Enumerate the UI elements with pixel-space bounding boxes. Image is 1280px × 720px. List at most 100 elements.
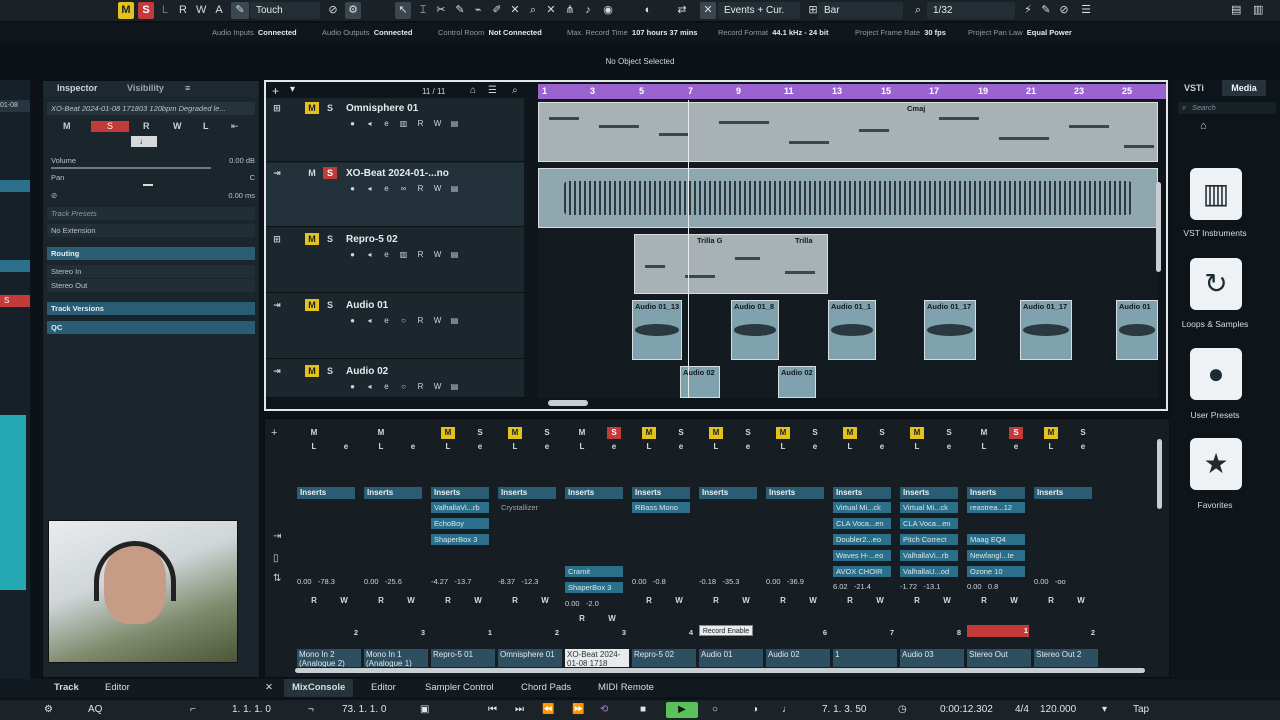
loops-samples-tile[interactable]: ↻ <box>1190 258 1242 310</box>
mixer-horizontal-scrollbar[interactable] <box>295 668 1145 673</box>
mixer-icon[interactable]: ⚙ <box>345 2 361 19</box>
color-tool-icon[interactable]: ◉ <box>600 2 616 19</box>
channel-read-button[interactable]: R <box>910 595 924 607</box>
track-mute-button[interactable]: M <box>305 365 319 377</box>
inserts-header[interactable]: Inserts <box>498 487 556 499</box>
channel-listen-button[interactable]: L <box>910 441 924 453</box>
lock-icon[interactable]: ▤ <box>448 315 461 327</box>
favorites-tile[interactable]: ★ <box>1190 438 1242 490</box>
channel-listen-button[interactable]: L <box>977 441 991 453</box>
channel-edit-button[interactable]: e <box>942 441 956 453</box>
timeline-ruler[interactable]: 1 3 5 7 9 11 13 15 17 19 21 23 25 <box>538 84 1166 99</box>
channel-mute-button[interactable]: M <box>776 427 790 439</box>
insert-slot[interactable]: ShaperBox 3 <box>431 534 489 545</box>
visibility-icon[interactable]: ⌂ <box>470 85 476 96</box>
channel-write-button[interactable]: W <box>605 613 619 625</box>
track-name[interactable]: Audio 02 <box>346 366 388 377</box>
snap-icon[interactable]: ⊘ <box>325 2 341 19</box>
channel-listen-button[interactable]: L <box>709 441 723 453</box>
read-button[interactable]: R <box>414 183 427 195</box>
left-zone-solo[interactable]: S <box>0 295 30 307</box>
channel-write-button[interactable]: W <box>672 595 686 607</box>
channel-edit-button[interactable]: e <box>875 441 889 453</box>
signature[interactable]: 4/4 <box>1015 704 1029 715</box>
right-locator-icon[interactable]: ¬ <box>308 704 314 715</box>
mixer-channel[interactable]: M S L e Inserts ValhallaVi...rb EchoBoy … <box>431 427 495 667</box>
snap-mode-icon[interactable]: ◐ <box>640 2 656 19</box>
mixer-channel[interactable]: M S L e Inserts 0.00 -oo R W 2 Stereo Ou… <box>1034 427 1098 667</box>
mixer-sync-icon[interactable]: ⇅ <box>273 573 281 584</box>
channel-write-button[interactable]: W <box>538 595 552 607</box>
record-enable-icon[interactable]: ● <box>346 315 359 327</box>
track-solo-button[interactable]: S <box>323 365 337 377</box>
channel-edit-button[interactable]: e <box>540 441 554 453</box>
channel-listen-button[interactable]: L <box>776 441 790 453</box>
channel-name[interactable]: Mono In 2 (Analogue 2) <box>297 649 361 667</box>
monitor-icon[interactable]: ◂ <box>363 183 376 195</box>
channel-read-button[interactable]: R <box>642 595 656 607</box>
tab-visibility[interactable]: Visibility <box>127 83 164 93</box>
inspector-pan-row[interactable]: Pan C <box>47 171 255 184</box>
track-mute-button[interactable]: M <box>305 102 319 114</box>
go-to-end-icon[interactable]: ⏭ <box>515 704 524 715</box>
right-locator[interactable]: 73. 1. 1. 0 <box>342 704 386 715</box>
cycle-icon[interactable]: ⟲ <box>600 704 608 715</box>
pan-slider-handle[interactable] <box>143 184 153 186</box>
loop-icon[interactable]: ∞ <box>397 183 410 195</box>
read-button[interactable]: R <box>414 315 427 327</box>
channel-listen-button[interactable]: L <box>508 441 522 453</box>
mixer-vertical-scrollbar[interactable] <box>1157 439 1162 509</box>
tab-editor-left[interactable]: Editor <box>105 682 130 693</box>
erase-tool-icon[interactable]: ✕ <box>507 2 523 19</box>
tab-track[interactable]: Track <box>54 682 79 693</box>
snap-toggle-icon[interactable]: ✕ <box>700 2 716 19</box>
search-icon[interactable]: ⌕ <box>512 85 518 96</box>
track-mute-button[interactable]: M <box>305 167 319 179</box>
project-cursor[interactable] <box>688 100 689 398</box>
tab-vsti[interactable]: VSTi <box>1184 83 1204 93</box>
channel-solo-button[interactable]: S <box>607 427 621 439</box>
mixer-channel[interactable]: M S L e Inserts 0.00 -36.9 R W 6 Audio 0… <box>766 427 830 667</box>
channel-listen-button[interactable]: L <box>441 441 455 453</box>
channel-mute-button[interactable]: M <box>441 427 455 439</box>
aq-button[interactable]: AQ <box>88 704 102 715</box>
record-enable-icon[interactable]: ● <box>346 249 359 261</box>
channel-name[interactable]: Stereo Out 2 <box>1034 649 1098 667</box>
mixer-channel[interactable]: M S L e Inserts reastrea...12 Maag EQ4 N… <box>967 427 1031 667</box>
insert-slot[interactable]: Maag EQ4 <box>967 534 1025 545</box>
channel-listen-button[interactable]: L <box>1044 441 1058 453</box>
zoom-tool-icon[interactable]: ⌕ <box>525 2 541 19</box>
automation-mode-select[interactable]: Touch <box>250 2 320 19</box>
record-enable-icon[interactable]: ● <box>346 118 359 130</box>
range-tool-icon[interactable]: ⌶ <box>415 2 431 19</box>
channel-solo-button[interactable]: S <box>875 427 889 439</box>
channel-edit-button[interactable]: e <box>473 441 487 453</box>
inspector-edit-icon[interactable]: ⇤ <box>231 121 239 132</box>
vertical-scrollbar[interactable] <box>1156 182 1161 272</box>
channel-name[interactable]: Stereo Out <box>967 649 1031 667</box>
metronome-icon[interactable]: ◑ <box>752 704 758 715</box>
play-button[interactable]: ▶ <box>666 702 698 718</box>
audio-event[interactable]: Audio 02 <box>680 366 720 398</box>
inspector-track-title[interactable]: XO-Beat 2024-01-08 171803 120bpm Degrade… <box>47 102 255 115</box>
channel-solo-button[interactable]: S <box>942 427 956 439</box>
add-track-icon[interactable]: + <box>272 84 279 98</box>
mixer-channel[interactable]: M L e Inserts 0.00 -25.6 R W 3 Mono In 1… <box>364 427 428 667</box>
channel-mute-button[interactable]: M <box>307 427 321 439</box>
audio-event[interactable] <box>538 168 1158 228</box>
channel-mute-button[interactable]: M <box>977 427 991 439</box>
split-tool-icon[interactable]: ✂ <box>433 2 449 19</box>
channel-read-button[interactable]: R <box>776 595 790 607</box>
write-automation-button[interactable]: W <box>193 2 209 19</box>
write-button[interactable]: W <box>431 183 444 195</box>
inserts-header[interactable]: Inserts <box>766 487 824 499</box>
monitor-icon[interactable]: ◂ <box>363 381 376 393</box>
channel-listen-button[interactable]: L <box>374 441 388 453</box>
insert-slot[interactable]: AVOX CHOIR <box>833 566 891 577</box>
stop-icon[interactable]: ■ <box>640 704 646 715</box>
inspector-monitor-button[interactable]: ♩ <box>131 136 157 147</box>
mixer-channel[interactable]: M S L e Inserts RBass Mono 0.00 -0.8 R W… <box>632 427 696 667</box>
insert-slot[interactable]: Crystallizer <box>498 502 556 513</box>
channel-write-button[interactable]: W <box>940 595 954 607</box>
event-display[interactable]: Cmaj Trilla G Trilla Audio 01_13 Audio 0… <box>538 100 1158 398</box>
